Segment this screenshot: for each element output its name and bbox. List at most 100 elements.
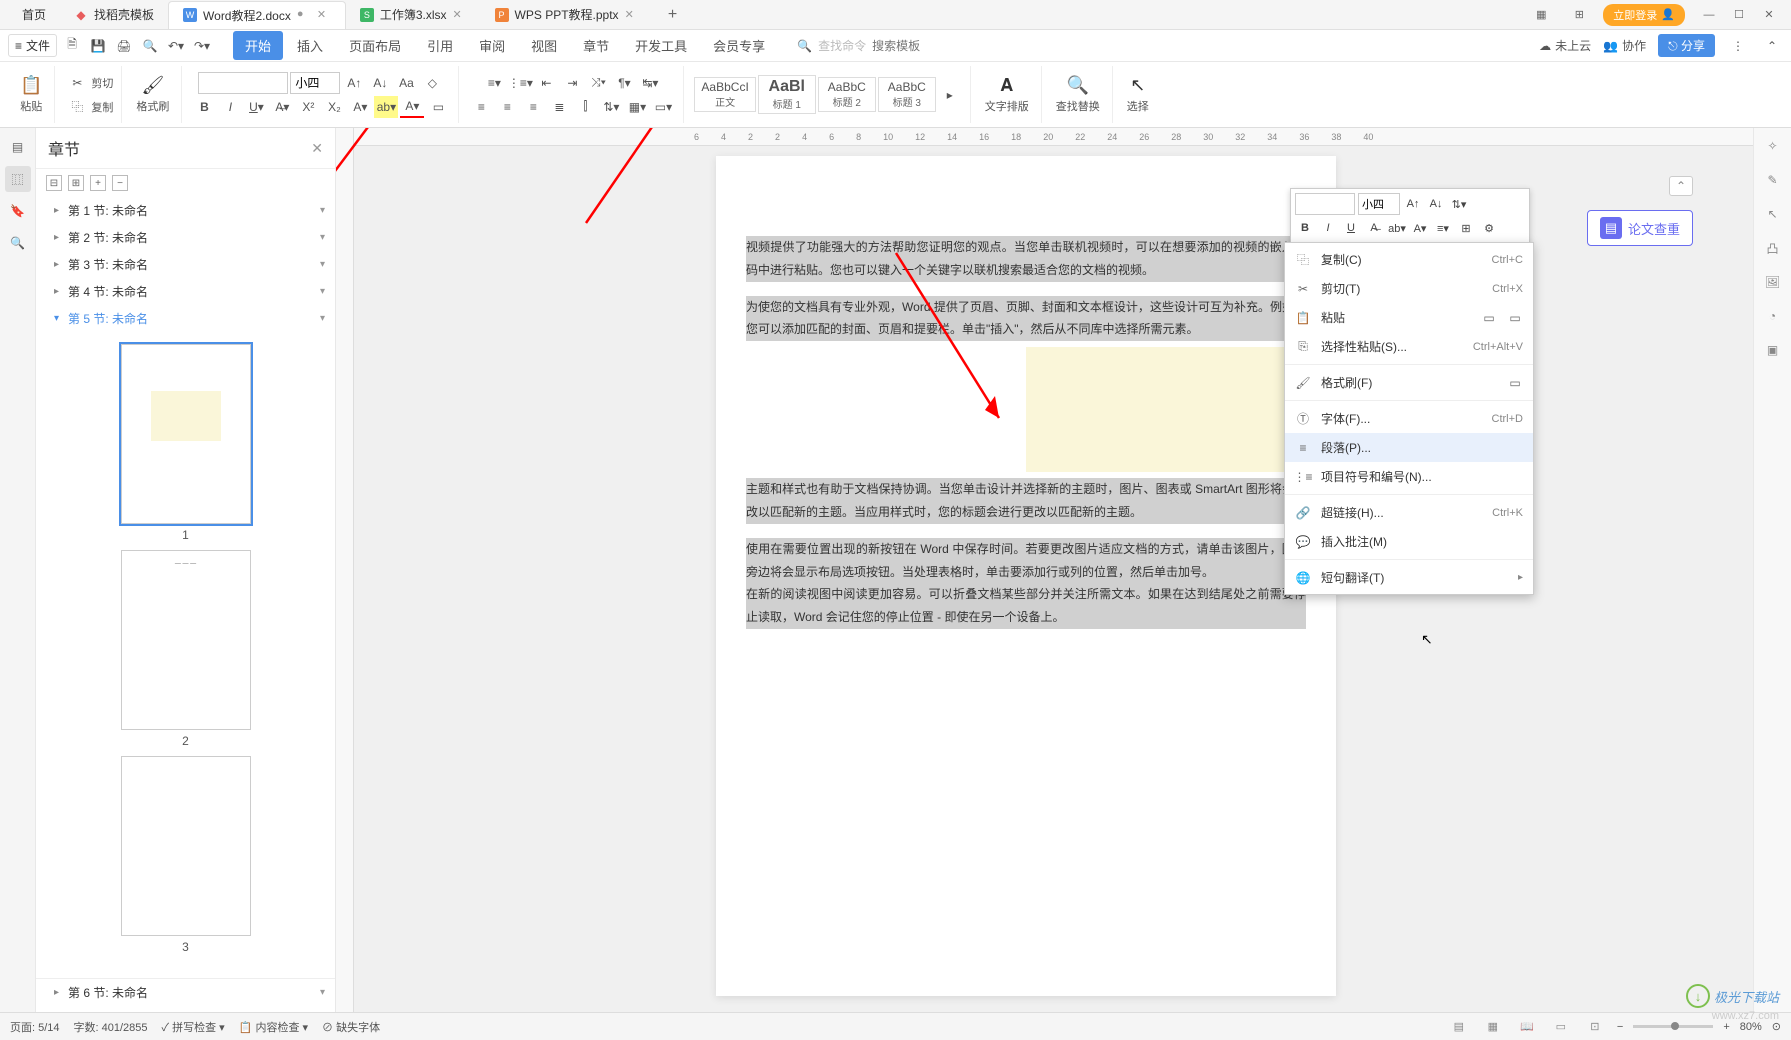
paste-opt2-icon[interactable]: ▭	[1507, 310, 1523, 326]
style-h1[interactable]: AaBl标题 1	[758, 75, 816, 114]
more-menu-icon[interactable]: ⋮	[1727, 35, 1749, 57]
select-button[interactable]: ↖选择	[1123, 73, 1153, 116]
line-spacing-icon[interactable]: ⇅▾	[599, 96, 623, 118]
tab-start[interactable]: 开始	[233, 31, 283, 60]
page-para[interactable]: 在新的阅读视图中阅读更加容易。可以折叠文档某些部分并关注所需文本。如果在达到结尾…	[746, 583, 1306, 629]
superscript-icon[interactable]: X²	[296, 96, 320, 118]
mini-font-name[interactable]	[1295, 193, 1355, 215]
bookmark-icon[interactable]: 🔖	[5, 198, 31, 224]
clear-format-icon[interactable]: ◇	[420, 72, 444, 94]
more-icon[interactable]: ▾	[320, 205, 325, 216]
tab-word-doc[interactable]: WWord教程2.docx●✕	[168, 1, 346, 29]
tab-review[interactable]: 审阅	[467, 31, 517, 60]
mini-color-icon[interactable]: A▾	[1410, 218, 1430, 238]
clock-icon[interactable]: ◔	[1761, 304, 1785, 328]
zoom-slider[interactable]	[1633, 1025, 1713, 1028]
section-item[interactable]: ▸第 6 节: 未命名▾	[36, 979, 335, 1006]
status-content[interactable]: 📋 内容检查 ▾	[239, 1019, 308, 1035]
pencil-icon[interactable]: ✎	[1761, 168, 1785, 192]
tab-insert[interactable]: 插入	[285, 31, 335, 60]
borders-icon[interactable]: ▭▾	[651, 96, 675, 118]
panel-close-icon[interactable]: ✕	[311, 140, 323, 157]
paste-opt-icon[interactable]: ▭	[1481, 310, 1497, 326]
document-page[interactable]: 视频提供了功能强大的方法帮助您证明您的观点。当您单击联机视频时，可以在想要添加的…	[716, 156, 1336, 996]
style-normal[interactable]: AaBbCcI正文	[694, 77, 755, 112]
collapse-ribbon-icon[interactable]: ⌃	[1761, 35, 1783, 57]
tool-1-icon[interactable]: ⊟	[46, 175, 62, 191]
ctx-format-painter[interactable]: 🖌格式刷(F)▭	[1285, 368, 1533, 397]
tab-member[interactable]: 会员专享	[701, 31, 777, 60]
mini-align-icon[interactable]: ≡▾	[1433, 218, 1453, 238]
copy-icon[interactable]: ⿻	[65, 96, 89, 118]
tool-2-icon[interactable]: ⊞	[68, 175, 84, 191]
ctx-paste-special[interactable]: ⎘选择性粘贴(S)...Ctrl+Alt+V	[1285, 332, 1533, 361]
thumbnail[interactable]	[121, 344, 251, 524]
ctx-paste[interactable]: 📋粘贴▭▭	[1285, 303, 1533, 332]
change-case-icon[interactable]: Aa	[394, 72, 418, 94]
bullet-list-icon[interactable]: ≡▾	[482, 72, 506, 94]
ctx-font[interactable]: Ⓣ字体(F)...Ctrl+D	[1285, 404, 1533, 433]
ctx-copy[interactable]: ⿻复制(C)Ctrl+C	[1285, 245, 1533, 274]
add-tab-button[interactable]: +	[661, 3, 685, 27]
layers-icon[interactable]: ▣	[1761, 338, 1785, 362]
page-para[interactable]: 使用在需要位置出现的新按钮在 Word 中保存时间。若要更改图片适应文档的方式，…	[746, 538, 1306, 584]
pointer-icon[interactable]: ↖	[1761, 202, 1785, 226]
zoom-in-button[interactable]: +	[1723, 1021, 1729, 1033]
mini-settings-icon[interactable]: ⚙	[1479, 218, 1499, 238]
minimize-button[interactable]: —	[1695, 3, 1723, 27]
more-icon[interactable]: ▾	[320, 313, 325, 324]
font-color-icon[interactable]: A▾	[400, 96, 424, 118]
tab-home[interactable]: 首页	[8, 1, 60, 29]
style-more-icon[interactable]: ▸	[938, 84, 962, 106]
scissors-icon[interactable]: ✂	[65, 72, 89, 94]
page-para[interactable]: 视频提供了功能强大的方法帮助您证明您的观点。当您单击联机视频时，可以在想要添加的…	[746, 236, 1306, 282]
tab-references[interactable]: 引用	[415, 31, 465, 60]
tab-page-layout[interactable]: 页面布局	[337, 31, 413, 60]
zoom-out-button[interactable]: −	[1617, 1021, 1623, 1033]
command-search[interactable]: 🔍 查找命令	[797, 37, 942, 54]
apps-icon[interactable]: ⊞	[1565, 3, 1593, 27]
number-list-icon[interactable]: ⋮≡▾	[508, 72, 532, 94]
mini-insert-icon[interactable]: ⊞	[1456, 218, 1476, 238]
login-button[interactable]: 立即登录👤	[1603, 4, 1685, 26]
shape-icon[interactable]: 凸	[1761, 236, 1785, 260]
ctx-hyperlink[interactable]: 🔗超链接(H)...Ctrl+K	[1285, 498, 1533, 527]
fp-opt-icon[interactable]: ▭	[1507, 375, 1523, 391]
ctx-translate[interactable]: 🌐短句翻译(T)▸	[1285, 563, 1533, 592]
section-item[interactable]: ▸第 4 节: 未命名▾	[36, 278, 335, 305]
tab-ppt[interactable]: PWPS PPT教程.pptx✕	[481, 1, 653, 29]
mini-highlight-icon[interactable]: ab▾	[1387, 218, 1407, 238]
search-rail-icon[interactable]: 🔍	[5, 230, 31, 256]
section-item-active[interactable]: ▾第 5 节: 未命名▾	[36, 305, 335, 332]
status-font-missing[interactable]: ⊘ 缺失字体	[322, 1019, 380, 1035]
tab-view[interactable]: 视图	[519, 31, 569, 60]
tool-4-icon[interactable]: −	[112, 175, 128, 191]
highlight-icon[interactable]: ab▾	[374, 96, 398, 118]
more-icon[interactable]: ▾	[320, 987, 325, 998]
mini-linespacing-icon[interactable]: ⇅▾	[1449, 194, 1469, 214]
status-page[interactable]: 页面: 5/14	[10, 1019, 60, 1035]
status-spell[interactable]: ✓ 拼写检查 ▾	[162, 1019, 225, 1035]
text-layout-button[interactable]: 𝐀文字排版	[981, 73, 1033, 116]
close-icon[interactable]: ✕	[625, 8, 639, 22]
ctx-paragraph[interactable]: ≡段落(P)...	[1285, 433, 1533, 462]
decrease-indent-icon[interactable]: ⇤	[534, 72, 558, 94]
mini-font-size[interactable]	[1358, 193, 1400, 215]
collapse-right-button[interactable]: ⌃	[1669, 176, 1693, 196]
sparkle-icon[interactable]: ✧	[1761, 134, 1785, 158]
tab-templates[interactable]: ◆找稻壳模板	[60, 1, 168, 29]
grid-icon[interactable]: ▦	[1527, 3, 1555, 27]
decrease-font-icon[interactable]: A↓	[368, 72, 392, 94]
close-icon[interactable]: ✕	[317, 8, 331, 22]
tabs-icon[interactable]: ↹▾	[638, 72, 662, 94]
distribute-icon[interactable]: ⫿	[573, 96, 597, 118]
more-icon[interactable]: ▾	[320, 232, 325, 243]
vertical-ruler[interactable]	[336, 128, 354, 1033]
strike-icon[interactable]: A̶▾	[270, 96, 294, 118]
more-icon[interactable]: ▾	[320, 286, 325, 297]
share-button[interactable]: ⎋ 分享	[1658, 34, 1715, 57]
view-web-icon[interactable]: ▦	[1481, 1015, 1505, 1039]
close-button[interactable]: ✕	[1755, 3, 1783, 27]
view-outline-icon[interactable]: ▭	[1549, 1015, 1573, 1039]
section-item[interactable]: ▸第 3 节: 未命名▾	[36, 251, 335, 278]
